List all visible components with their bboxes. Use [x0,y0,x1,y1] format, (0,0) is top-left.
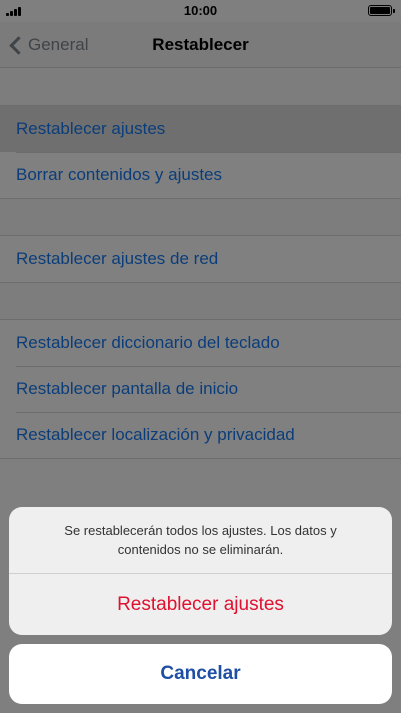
status-time: 10:00 [183,3,218,18]
status-bar: 10:00 [0,0,401,22]
cancel-button[interactable]: Cancelar [9,644,392,704]
confirm-reset-button[interactable]: Restablecer ajustes [9,574,392,635]
reset-network-settings-row[interactable]: Restablecer ajustes de red [0,236,401,282]
navigation-bar: General Restablecer [0,22,401,68]
page-title: Restablecer [152,35,249,54]
settings-list: Restablecer ajustes Borrar contenidos y … [0,69,401,459]
section-spacer [0,69,401,105]
settings-group: Restablecer ajustes Borrar contenidos y … [0,105,401,199]
settings-group: Restablecer diccionario del teclado Rest… [0,319,401,459]
section-spacer [0,283,401,319]
reset-location-privacy-row[interactable]: Restablecer localización y privacidad [0,412,401,458]
reset-keyboard-dictionary-row[interactable]: Restablecer diccionario del teclado [0,320,401,366]
reset-settings-row[interactable]: Restablecer ajustes [0,106,401,152]
battery-icon [368,5,395,16]
action-sheet-message: Se restablecerán todos los ajustes. Los … [9,507,392,574]
section-spacer [0,199,401,235]
erase-content-settings-row[interactable]: Borrar contenidos y ajustes [0,152,401,198]
settings-group: Restablecer ajustes de red [0,235,401,283]
reset-home-screen-row[interactable]: Restablecer pantalla de inicio [0,366,401,412]
action-sheet: Se restablecerán todos los ajustes. Los … [9,507,392,635]
